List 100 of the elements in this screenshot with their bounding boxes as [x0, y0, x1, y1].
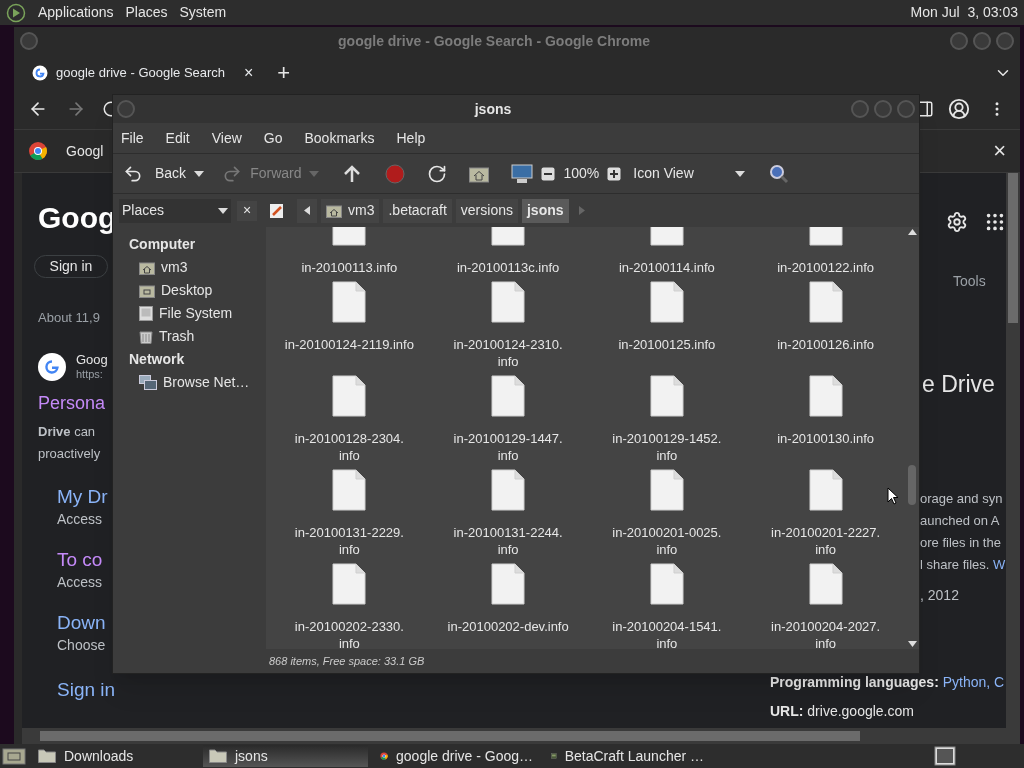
- file-icon: [332, 469, 367, 511]
- zoom-in-icon[interactable]: [607, 166, 622, 181]
- panel-description: orage and syn: [920, 489, 1004, 508]
- file-icon: [649, 375, 684, 417]
- reload-icon[interactable]: [102, 100, 114, 118]
- profile-icon[interactable]: [948, 98, 970, 120]
- file-name[interactable]: in-20100129-1452. info: [612, 430, 722, 464]
- file-name[interactable]: in-20100113c.info: [456, 259, 560, 276]
- scrollbar-thumb[interactable]: [908, 465, 916, 505]
- file-name[interactable]: in-20100125.info: [618, 336, 716, 353]
- sitelink[interactable]: To co: [57, 547, 114, 572]
- file-name[interactable]: in-20100113.info: [301, 259, 398, 276]
- menu-item[interactable]: Edit: [165, 127, 190, 149]
- vertical-scrollbar[interactable]: [1006, 173, 1020, 744]
- path-scroll-left-button[interactable]: [297, 198, 317, 223]
- edit-location-icon[interactable]: [269, 202, 285, 219]
- file-name[interactable]: in-20100204-2027. info: [771, 618, 881, 649]
- path-button[interactable]: vm3: [321, 198, 380, 223]
- result-site-name: Goog: [76, 351, 108, 368]
- sidebar-item[interactable]: vm3: [129, 256, 266, 279]
- infobar-close-button[interactable]: ×: [993, 140, 1006, 162]
- sidebar-item[interactable]: Desktop: [129, 279, 266, 302]
- menu-item[interactable]: Bookmarks: [304, 127, 375, 149]
- up-arrow-icon[interactable]: [343, 164, 362, 183]
- result-snippet: proactively: [38, 444, 102, 463]
- panel-fact: URL: drive.google.com: [770, 702, 915, 721]
- file-name[interactable]: in-20100126.info: [777, 336, 875, 353]
- sidebar-close-button[interactable]: ×: [237, 200, 257, 221]
- file-name[interactable]: in-20100124-2119.info: [284, 336, 414, 353]
- file-icon: [332, 375, 367, 417]
- file-name[interactable]: in-20100131-2244. info: [453, 524, 563, 558]
- file-name[interactable]: in-20100128-2304. info: [294, 430, 404, 464]
- file-icon: [808, 563, 843, 605]
- file-name[interactable]: in-20100204-1541. info: [612, 618, 722, 649]
- file-name[interactable]: in-20100124-2310. info: [453, 336, 563, 370]
- mouse-pointer-icon: [887, 487, 899, 505]
- file-name[interactable]: in-20100114.info: [618, 259, 715, 276]
- apps-icon[interactable]: [984, 211, 1006, 233]
- computer-icon[interactable]: [511, 163, 534, 184]
- file-name[interactable]: in-20100201-2227. info: [771, 524, 881, 558]
- horizontal-scrollbar[interactable]: [22, 728, 1006, 744]
- home-folder-icon[interactable]: [469, 164, 490, 183]
- panel-title: e Drive: [922, 370, 996, 399]
- taskbar-button[interactable]: jsons: [203, 745, 368, 767]
- right-arrow-icon: [578, 206, 585, 215]
- file-name[interactable]: in-20100130.info: [777, 430, 875, 447]
- menu-item[interactable]: File: [121, 127, 144, 149]
- drive-icon: [139, 306, 153, 321]
- new-tab-button[interactable]: +: [277, 62, 291, 84]
- scroll-down-arrow-icon[interactable]: [907, 641, 917, 647]
- sidebar-item[interactable]: Trash: [129, 325, 266, 348]
- taskbar-button[interactable]: Downloads: [32, 745, 197, 767]
- tools-button[interactable]: Tools: [920, 271, 1006, 292]
- panel-menu[interactable]: Applications: [38, 2, 114, 23]
- file-name[interactable]: in-20100122.info: [777, 259, 875, 276]
- file-name[interactable]: in-20100202-2330. info: [294, 618, 404, 649]
- scrollbar-thumb[interactable]: [40, 731, 860, 741]
- sidebar-item[interactable]: File System: [129, 302, 266, 325]
- languages-link[interactable]: Python, C: [942, 674, 1005, 690]
- file-name[interactable]: in-20100202-dev.info: [447, 618, 569, 635]
- bookmark-link[interactable]: Googl: [66, 140, 104, 162]
- settings-icon[interactable]: [946, 211, 968, 233]
- browser-tab[interactable]: google drive - Google Search ×: [22, 56, 264, 90]
- result-title-link[interactable]: Persona: [38, 389, 114, 417]
- scroll-up-arrow-icon[interactable]: [907, 229, 917, 235]
- panel-menu[interactable]: Places: [125, 2, 168, 23]
- menu-item[interactable]: View: [211, 127, 242, 149]
- vertical-scrollbar[interactable]: [905, 227, 919, 649]
- path-button[interactable]: jsons: [521, 198, 569, 223]
- menu-item[interactable]: Go: [263, 127, 283, 149]
- folder-icon: [38, 749, 56, 763]
- zoom-out-icon[interactable]: [541, 166, 556, 181]
- caret-icon: [309, 170, 320, 177]
- wikipedia-link[interactable]: W: [993, 556, 1006, 572]
- path-button[interactable]: .betacraft: [383, 198, 452, 223]
- sign-in-link[interactable]: Sign in: [38, 675, 114, 704]
- file-name[interactable]: in-20100201-0025. info: [612, 524, 722, 558]
- panel-date: , 2012: [920, 585, 960, 605]
- scrollbar-thumb[interactable]: [1008, 173, 1018, 323]
- sitelink[interactable]: Down: [57, 610, 114, 635]
- menu-item[interactable]: Help: [396, 127, 426, 149]
- search-icon[interactable]: [769, 163, 790, 184]
- show-desktop-icon[interactable]: [2, 746, 26, 766]
- sidebar-item[interactable]: Browse Net…: [129, 371, 266, 394]
- taskbar-button[interactable]: BetaCraft Launcher …: [545, 745, 710, 767]
- back-button[interactable]: Back: [155, 163, 187, 184]
- view-mode-dropdown[interactable]: Icon View: [633, 163, 746, 184]
- file-name[interactable]: in-20100131-2229. info: [294, 524, 404, 558]
- file-name[interactable]: in-20100129-1447. info: [453, 430, 563, 464]
- sidebar-selector[interactable]: Places: [119, 198, 231, 223]
- panel-menu[interactable]: System: [179, 2, 227, 23]
- sitelink[interactable]: My Dr: [57, 484, 114, 509]
- tab-close-button[interactable]: ×: [244, 61, 254, 85]
- forward-arrow-icon[interactable]: [222, 163, 243, 184]
- app-menu-icon[interactable]: [6, 2, 26, 23]
- workspace-icon[interactable]: [934, 746, 956, 766]
- reload-icon[interactable]: [427, 163, 448, 184]
- path-button[interactable]: versions: [455, 198, 518, 223]
- taskbar-button[interactable]: google drive - Goog…: [374, 745, 539, 767]
- back-arrow-icon[interactable]: [123, 163, 143, 184]
